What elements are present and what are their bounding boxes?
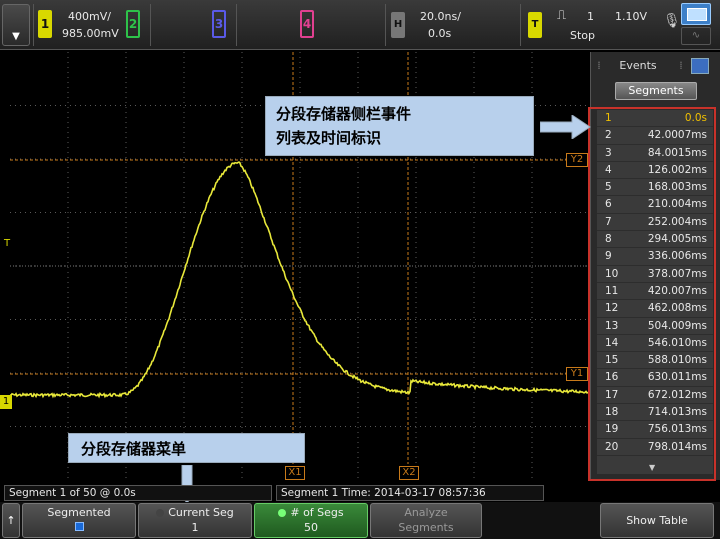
channel-1-badge[interactable]: 1 xyxy=(38,10,52,38)
list-icon[interactable] xyxy=(691,58,709,74)
channel-4-badge[interactable]: 4 xyxy=(300,10,314,38)
current-seg-softkey[interactable]: Current Seg 1 xyxy=(138,503,252,538)
num-segs-label: # of Segs xyxy=(290,506,344,519)
run-state: Stop xyxy=(570,29,596,42)
event-list-highlight xyxy=(588,107,716,481)
segment-status: Segment 1 of 50 @ 0.0s xyxy=(4,485,272,501)
scroll-down-icon[interactable]: ▼ xyxy=(649,463,655,472)
sidebar-annotation: 分段存储器侧栏事件 列表及时间标识 xyxy=(265,96,534,156)
trigger-level: 1.10V xyxy=(615,10,648,23)
segments-button[interactable]: Segments xyxy=(615,82,697,100)
horizontal-delay: 0.0s xyxy=(428,27,452,40)
num-segs-softkey[interactable]: # of Segs 50 xyxy=(254,503,368,538)
microphone-icon[interactable]: 🎙 xyxy=(663,13,681,29)
divider xyxy=(520,4,521,46)
analyze-label-1: Analyze xyxy=(404,506,448,519)
grip-icon: ⁞ xyxy=(679,59,683,72)
divider xyxy=(236,4,237,46)
rising-edge-icon: ⎍ xyxy=(557,8,567,23)
back-button[interactable]: ↑ xyxy=(2,503,20,538)
knob-icon xyxy=(156,509,165,517)
current-seg-label: Current Seg xyxy=(168,506,234,519)
tab-events[interactable]: Events xyxy=(611,56,665,76)
horizontal-scale: 20.0ns/ xyxy=(420,10,461,23)
analyze-segments-softkey[interactable]: Analyze Segments xyxy=(370,503,482,538)
show-table-label: Show Table xyxy=(626,514,688,527)
cursor-y1-label[interactable]: Y1 xyxy=(566,367,588,381)
cursor-x2-label[interactable]: X2 xyxy=(399,466,419,480)
menu-annotation: 分段存储器菜单 xyxy=(68,433,305,463)
num-segs-value: 50 xyxy=(304,521,318,534)
segmented-label: Segmented xyxy=(47,506,111,519)
show-table-softkey[interactable]: Show Table xyxy=(600,503,714,538)
checkbox-icon xyxy=(74,522,84,531)
softkey-bar: ↑ Segmented Current Seg 1 # of Segs 50 A… xyxy=(0,502,720,539)
horizontal-badge[interactable]: H xyxy=(391,12,405,38)
segmented-softkey[interactable]: Segmented xyxy=(22,503,136,538)
sidebar-tabs: ⁞ Events ⁞ xyxy=(591,54,720,78)
divider xyxy=(150,4,151,46)
arrow-right-icon xyxy=(540,115,591,139)
channel-1-ground-marker[interactable]: 1 xyxy=(0,395,12,409)
channel-2-badge[interactable]: 2 xyxy=(126,10,140,38)
cursor-x1-label[interactable]: X1 xyxy=(285,466,305,480)
sidebar-annotation-line1: 分段存储器侧栏事件 xyxy=(276,105,412,123)
channel-1-offset: 985.00mV xyxy=(62,27,119,40)
trigger-badge[interactable]: T xyxy=(528,12,542,38)
display-mode-icon[interactable] xyxy=(681,3,711,25)
cursor-y2-label[interactable]: Y2 xyxy=(566,153,588,167)
grip-icon: ⁞ xyxy=(597,59,601,72)
trigger-source: 1 xyxy=(587,10,594,23)
channel-1-scale: 400mV/ xyxy=(68,10,111,23)
divider xyxy=(385,4,386,46)
analyze-label-2: Segments xyxy=(398,521,454,534)
sidebar-annotation-line2: 列表及时间标识 xyxy=(276,129,382,147)
channel-3-badge[interactable]: 3 xyxy=(212,10,226,38)
segment-timestamp: Segment 1 Time: 2014-03-17 08:57:36 xyxy=(276,485,544,501)
knob-icon xyxy=(278,509,287,517)
trigger-level-marker: T xyxy=(4,238,11,249)
chevron-down-icon: ▼ xyxy=(12,31,20,42)
main-menu-button[interactable]: ▼ xyxy=(2,4,30,46)
current-seg-value: 1 xyxy=(191,521,199,534)
divider xyxy=(33,4,34,46)
waveform-icon[interactable]: ∿ xyxy=(681,27,711,45)
top-status-bar: ▼ 1 400mV/ 985.00mV 2 3 4 H 20.0ns/ 0.0s… xyxy=(0,0,720,50)
